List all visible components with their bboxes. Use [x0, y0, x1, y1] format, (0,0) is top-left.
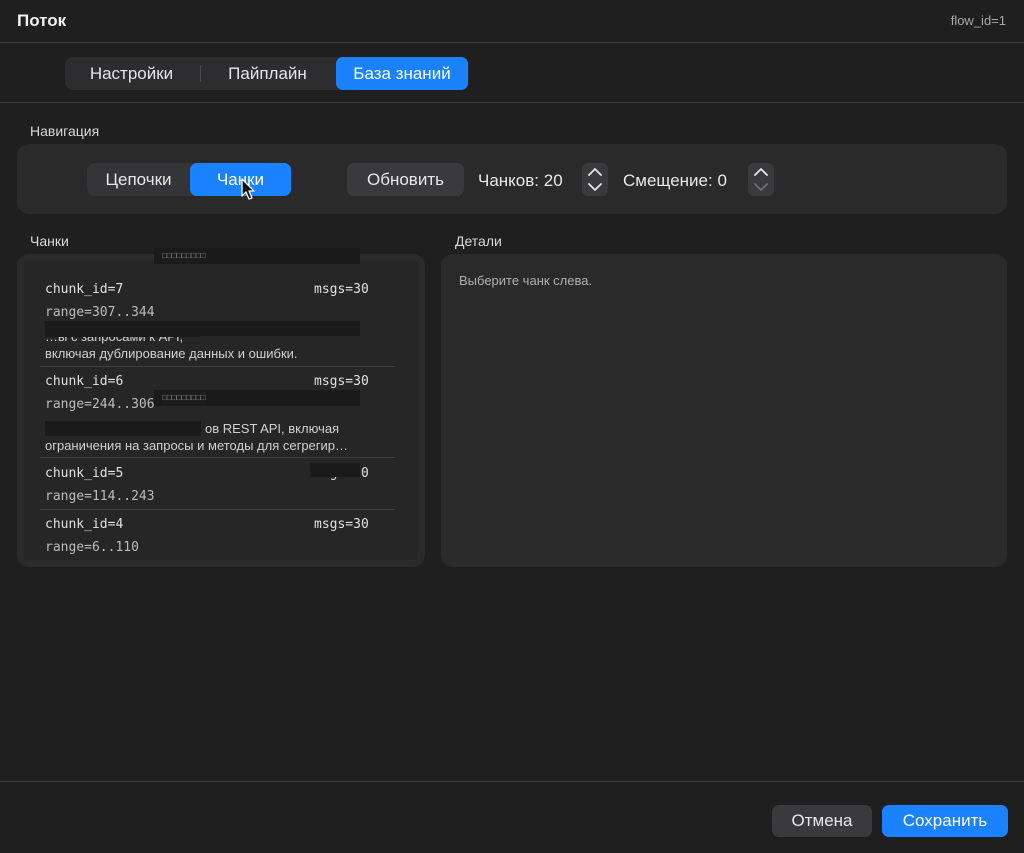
footer-divider	[0, 781, 1024, 782]
details-panel	[441, 254, 1007, 567]
tab-divider	[200, 65, 201, 82]
window-title: Поток	[17, 11, 67, 30]
title-bar	[0, 0, 1024, 43]
chunk-list-item[interactable]	[24, 458, 418, 509]
offset-label: Смещение: 0	[623, 171, 727, 190]
mouse-pointer-icon	[241, 178, 255, 200]
details-placeholder: Выберите чанк слева.	[459, 273, 593, 288]
flow-id-label: flow_id=1	[950, 13, 1006, 28]
chunk-list-item[interactable]	[24, 367, 418, 457]
navigation-label: Навигация	[30, 123, 100, 139]
stepper-arrows-icon	[754, 168, 768, 191]
tab-pipeline[interactable]: Пайплайн	[205, 57, 330, 90]
stepper-arrows-icon	[588, 168, 602, 191]
refresh-button[interactable]: Обновить	[347, 163, 464, 196]
chunk-list-item[interactable]	[24, 510, 418, 560]
tab-knowledge-base[interactable]: База знаний	[336, 57, 468, 90]
details-label: Детали	[455, 233, 502, 249]
chunk-list-item[interactable]	[24, 267, 418, 366]
tab-divider-line	[0, 102, 1024, 103]
tooltip: □□□□□□□□□	[162, 251, 206, 261]
save-button[interactable]: Сохранить	[882, 805, 1008, 837]
mode-chains-button[interactable]: Цепочки	[89, 163, 188, 196]
chunks-count-label: Чанков: 20	[478, 171, 563, 190]
chunks-count-stepper[interactable]	[582, 163, 608, 196]
chunks-label: Чанки	[30, 233, 69, 249]
offset-stepper[interactable]	[748, 163, 774, 196]
tab-settings[interactable]: Настройки	[67, 57, 196, 90]
cancel-button[interactable]: Отмена	[772, 805, 872, 837]
